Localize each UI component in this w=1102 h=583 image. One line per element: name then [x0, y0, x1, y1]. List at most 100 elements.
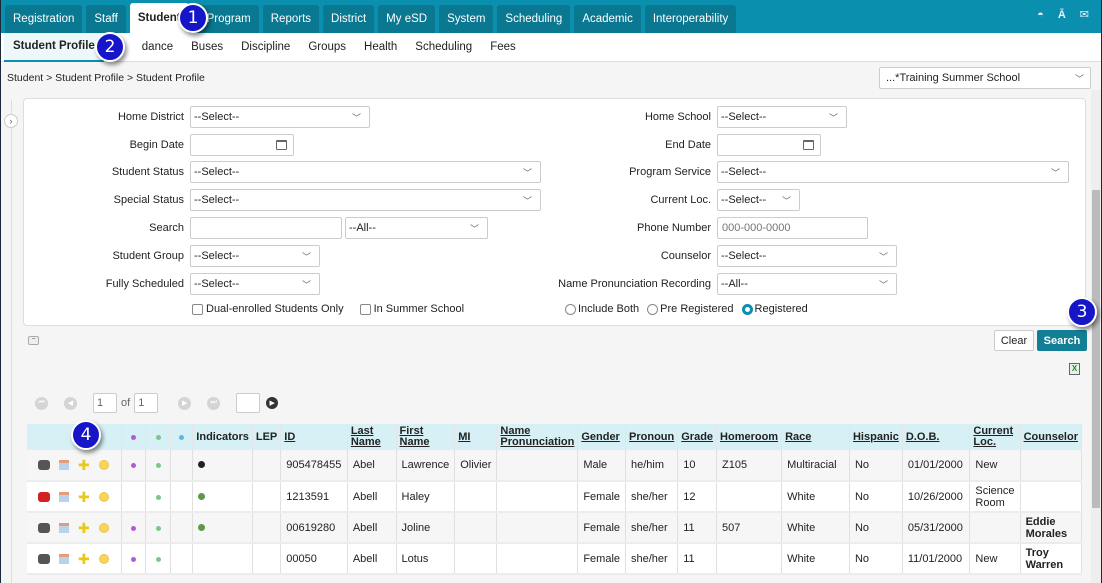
dual-enrolled-checkbox[interactable]: Dual-enrolled Students Only: [192, 303, 344, 315]
goto-page-input[interactable]: [236, 393, 261, 413]
gender-header[interactable]: Gender: [577, 424, 627, 450]
race-header-label[interactable]: Race: [785, 431, 811, 443]
tab-staff[interactable]: Staff: [86, 5, 126, 33]
dob-header-label[interactable]: D.O.B.: [906, 431, 940, 443]
excel-export-icon[interactable]: X: [1069, 363, 1080, 375]
table-row[interactable]: ✚ 00619280 Abell Joline Female she/her 11 507 Wh…: [27, 512, 1083, 544]
home-school-select[interactable]: --Select-- ﹀: [717, 106, 847, 128]
summer-school-checkbox[interactable]: In Summer School: [359, 303, 464, 315]
counselor-header-label[interactable]: Counselor: [1024, 431, 1078, 443]
checkbox-box[interactable]: [359, 303, 371, 315]
calendar-icon[interactable]: [59, 553, 69, 564]
pronoun-header-label[interactable]: Pronoun: [629, 431, 674, 443]
tab-reports[interactable]: Reports: [262, 5, 320, 33]
name-pronunciation-header-label[interactable]: Name Pronunciation: [500, 425, 574, 448]
id-header[interactable]: ID: [280, 424, 348, 450]
sun-icon[interactable]: [98, 553, 109, 564]
pronoun-header[interactable]: Pronoun: [625, 424, 679, 450]
table-row[interactable]: ✚ 905478455 Abel Lawrence Olivier Male he/him 1…: [27, 450, 1083, 482]
counselor-header[interactable]: Counselor: [1020, 424, 1083, 450]
tab-interoperability[interactable]: Interoperability: [644, 5, 737, 33]
checkbox-box[interactable]: [192, 303, 203, 315]
registered-radio[interactable]: Registered: [741, 303, 808, 315]
calendar-icon[interactable]: [59, 491, 69, 502]
tab-my-esd[interactable]: My eSD: [378, 5, 436, 33]
phone-icon[interactable]: [38, 460, 50, 470]
plus-icon[interactable]: ✚: [78, 490, 90, 504]
name-pronunciation-header[interactable]: Name Pronunciation: [496, 424, 579, 450]
sun-icon[interactable]: [98, 522, 109, 533]
collapse-filters-button[interactable]: −: [28, 336, 39, 345]
tab-registration[interactable]: Registration: [5, 5, 83, 33]
search-scope-select[interactable]: --All-- ﹀: [345, 217, 488, 239]
calendar-icon[interactable]: [803, 140, 814, 150]
last-name-header-label[interactable]: Last Name: [351, 425, 381, 448]
radio-circle[interactable]: [565, 303, 576, 315]
go-page-icon[interactable]: ▶: [266, 397, 279, 409]
id-header-label[interactable]: ID: [284, 431, 295, 443]
first-name-header-label[interactable]: First Name: [400, 425, 430, 448]
prev-page-icon[interactable]: ◀: [64, 396, 77, 410]
last-name-header[interactable]: Last Name: [347, 424, 397, 450]
fully-scheduled-select[interactable]: --Select-- ﹀: [190, 273, 320, 295]
hispanic-header-label[interactable]: Hispanic: [853, 431, 899, 443]
page-number-input[interactable]: 1: [93, 393, 117, 413]
student-status-select[interactable]: --Select-- ﹀: [190, 161, 541, 183]
table-row[interactable]: ✚ 00050 Abell Lotus Female she/her 11 White No 11…: [27, 543, 1083, 575]
grade-header[interactable]: Grade: [677, 424, 718, 450]
phone-alert-icon[interactable]: [38, 491, 50, 502]
plus-icon[interactable]: ✚: [78, 521, 90, 535]
homeroom-header-label[interactable]: Homeroom: [720, 431, 778, 443]
race-header[interactable]: Race: [781, 424, 850, 450]
dashboard-icon[interactable]: ◓: [1037, 8, 1044, 22]
phone-icon[interactable]: [38, 522, 50, 533]
homeroom-header[interactable]: Homeroom: [716, 424, 783, 450]
language-icon[interactable]: Ā: [1058, 8, 1066, 22]
page-scrollbar[interactable]: [1091, 90, 1101, 583]
calendar-icon[interactable]: [276, 140, 287, 150]
current-loc-header[interactable]: Current Loc.: [969, 424, 1021, 450]
sidebar-expand-button[interactable]: ›: [4, 114, 18, 128]
tab-scheduling[interactable]: Scheduling: [497, 5, 571, 33]
subtab-groups[interactable]: Groups: [299, 33, 355, 62]
calendar-icon[interactable]: [59, 522, 69, 533]
radio-circle[interactable]: [647, 303, 659, 315]
subtab-student-profile[interactable]: Student Profile: [4, 32, 104, 62]
current-loc-select[interactable]: --Select-- ﹀: [717, 189, 800, 211]
mi-header[interactable]: MI: [454, 424, 498, 450]
hispanic-header[interactable]: Hispanic: [849, 424, 903, 450]
current-loc-header-label[interactable]: Current Loc.: [973, 425, 1013, 448]
last-page-icon[interactable]: ⏭: [207, 396, 221, 410]
name-pronunciation-select[interactable]: --All-- ﹀: [717, 273, 897, 295]
student-group-select[interactable]: --Select-- ﹀: [190, 245, 320, 267]
special-status-select[interactable]: --Select-- ﹀: [190, 189, 541, 211]
gender-header-label[interactable]: Gender: [581, 431, 620, 443]
search-input[interactable]: [190, 217, 342, 239]
home-district-select[interactable]: --Select-- ﹀: [190, 106, 370, 128]
tab-system[interactable]: System: [439, 5, 494, 33]
subtab-health[interactable]: Health: [355, 33, 406, 62]
phone-number-input[interactable]: [717, 217, 868, 239]
first-page-icon[interactable]: ⏮: [35, 396, 48, 410]
program-service-select[interactable]: --Select-- ﹀: [717, 161, 1069, 183]
phone-icon[interactable]: [38, 553, 50, 564]
include-both-radio[interactable]: Include Both: [565, 303, 639, 315]
sun-icon[interactable]: [98, 491, 109, 502]
subtab-buses[interactable]: Buses: [182, 33, 232, 62]
subtab-scheduling[interactable]: Scheduling: [406, 33, 481, 62]
school-select[interactable]: ...*Training Summer School ﹀: [879, 67, 1091, 89]
plus-icon[interactable]: ✚: [78, 458, 90, 472]
begin-date-input[interactable]: [190, 134, 294, 156]
first-name-header[interactable]: First Name: [396, 424, 456, 450]
mi-header-label[interactable]: MI: [458, 431, 470, 443]
grade-header-label[interactable]: Grade: [681, 431, 713, 443]
counselor-select[interactable]: --Select-- ﹀: [717, 245, 897, 267]
plus-icon[interactable]: ✚: [78, 552, 90, 566]
mail-icon[interactable]: ✉: [1080, 8, 1089, 22]
tab-district[interactable]: District: [323, 5, 375, 33]
next-page-icon[interactable]: ▶: [178, 396, 192, 410]
search-button[interactable]: Search: [1037, 330, 1087, 351]
dob-header[interactable]: D.O.B.: [902, 424, 971, 450]
radio-circle-selected[interactable]: [741, 303, 753, 315]
sun-icon[interactable]: [98, 460, 109, 470]
